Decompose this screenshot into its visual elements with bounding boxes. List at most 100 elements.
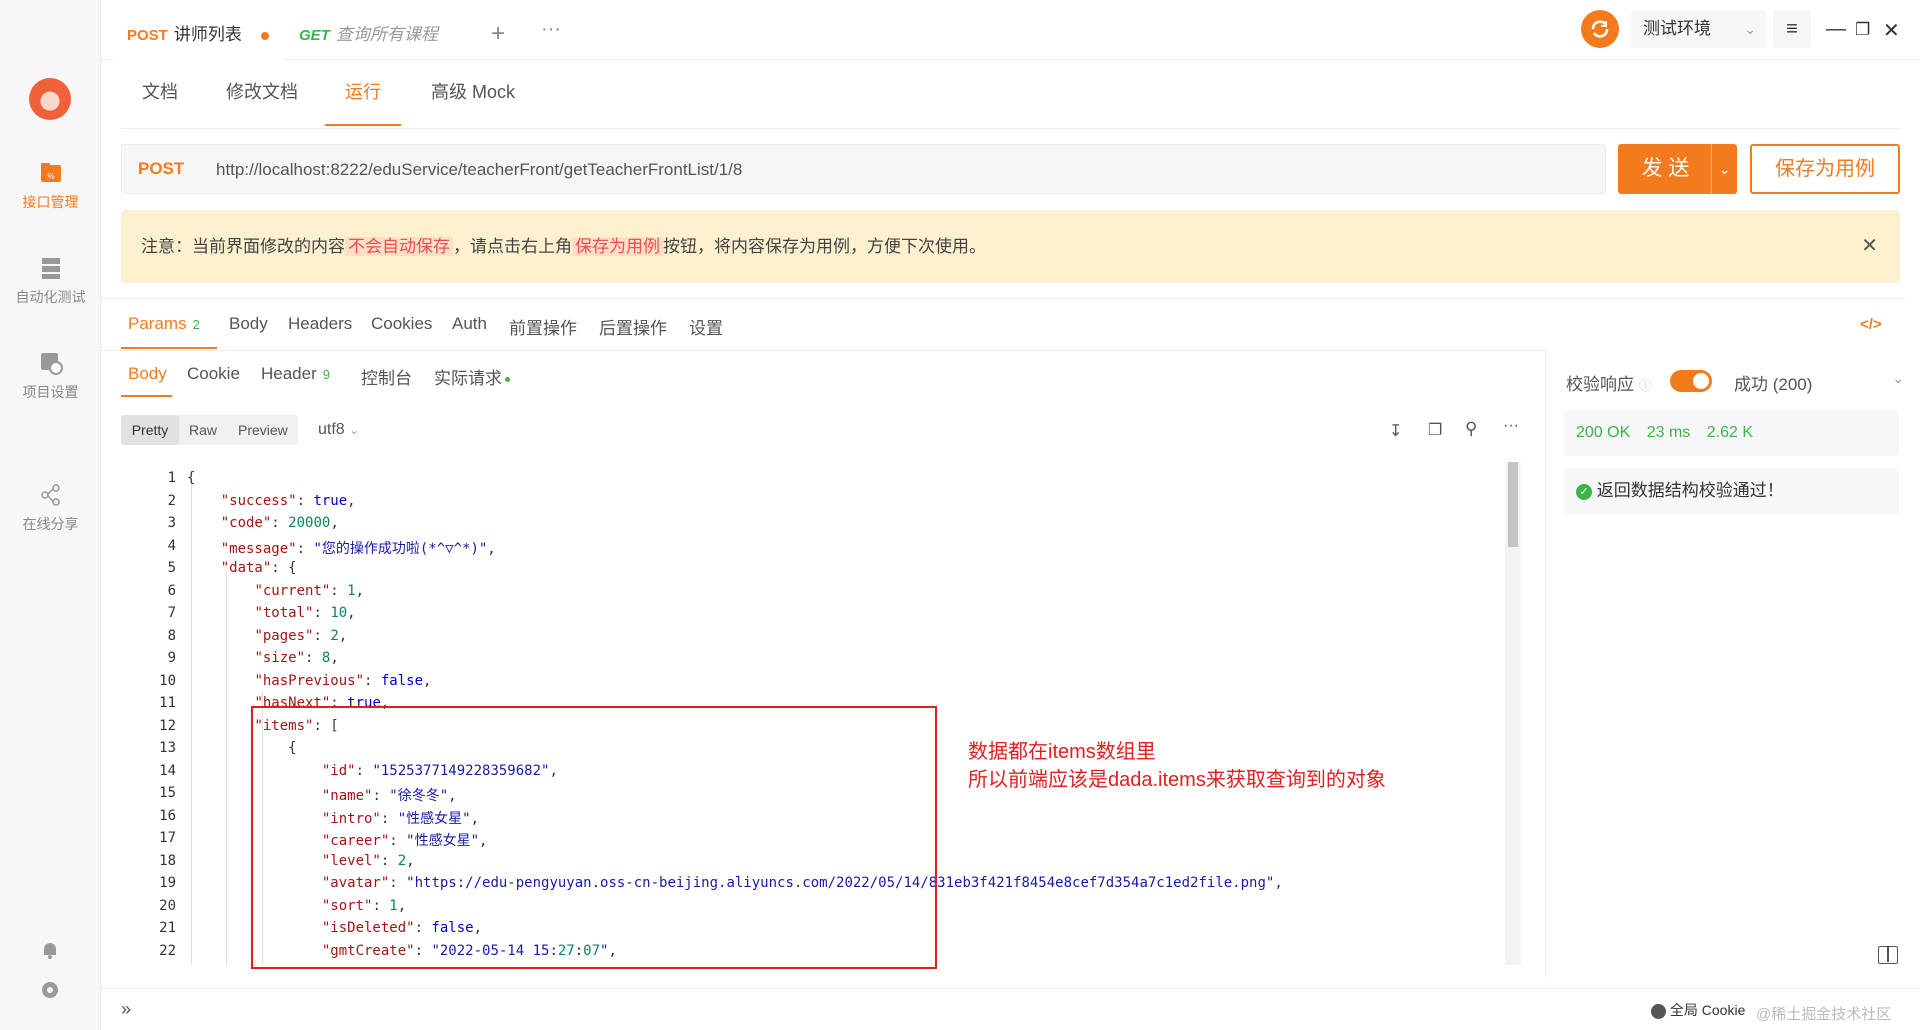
chevron-down-icon: ⌄ bbox=[349, 423, 360, 437]
menu-button[interactable]: ≡ bbox=[1773, 10, 1811, 48]
download-icon[interactable]: ↧ bbox=[1389, 421, 1402, 441]
send-dropdown-icon[interactable]: ⌄ bbox=[1711, 144, 1737, 194]
scrollbar[interactable] bbox=[1505, 462, 1521, 965]
divider bbox=[101, 298, 1906, 299]
status-text: 成功 (200) bbox=[1734, 375, 1813, 394]
url-bar[interactable]: POST http://localhost:8222/eduService/te… bbox=[121, 144, 1606, 194]
tab-method: GET bbox=[299, 27, 330, 44]
env-select[interactable]: 测试环境 ⌄ bbox=[1631, 10, 1766, 48]
subtab-mock[interactable]: 高级 Mock bbox=[431, 78, 515, 104]
resp-tab-body[interactable]: Body bbox=[128, 364, 167, 384]
validation-label: 校验响应 ⓘ bbox=[1566, 370, 1652, 395]
sidebar-item-share[interactable]: 在线分享 bbox=[0, 482, 101, 534]
resp-tab-cookie[interactable]: Cookie bbox=[187, 364, 240, 384]
tab-params-underline bbox=[121, 347, 217, 349]
line-number: 19 bbox=[159, 875, 176, 891]
view-mode-group: Pretty Raw Preview bbox=[121, 415, 298, 445]
status-select[interactable]: 成功 (200) ⌄ bbox=[1734, 370, 1904, 395]
refresh-icon bbox=[1591, 20, 1609, 38]
close-window-icon[interactable]: ✕ bbox=[1883, 18, 1900, 43]
tab-pre-ops[interactable]: 前置操作 bbox=[509, 314, 577, 339]
restore-icon[interactable]: ❐ bbox=[1855, 20, 1870, 40]
tab-params[interactable]: Params 2 bbox=[128, 314, 200, 334]
view-mode-pretty[interactable]: Pretty bbox=[121, 415, 179, 445]
response-stats: 200 OK 23 ms 2.62 K bbox=[1564, 410, 1899, 456]
tab-bar: POST 讲师列表 GET 查询所有课程 + ··· 测试环境 ⌄ ≡ — ❐ ✕ bbox=[101, 0, 1920, 60]
expand-icon[interactable]: » bbox=[121, 999, 131, 1020]
sidebar-item-settings[interactable]: 项目设置 bbox=[0, 350, 101, 402]
share-icon bbox=[40, 484, 60, 506]
resp-tab-actual-request[interactable]: 实际请求 bbox=[434, 364, 510, 389]
tab-post-ops[interactable]: 后置操作 bbox=[599, 314, 667, 339]
line-number: 10 bbox=[159, 672, 176, 689]
subtab-run[interactable]: 运行 bbox=[345, 78, 381, 104]
left-sidebar: % 接口管理 自动化测试 项目设置 在线分享 bbox=[0, 0, 101, 1030]
add-tab-icon[interactable]: + bbox=[491, 20, 505, 48]
encoding-select[interactable]: utf8 ⌄ bbox=[318, 421, 359, 439]
code-view-icon[interactable]: </> bbox=[1860, 316, 1882, 333]
request-method[interactable]: POST bbox=[138, 159, 184, 179]
help-icon[interactable]: ⓘ bbox=[1639, 378, 1652, 393]
sidebar-item-label: 项目设置 bbox=[22, 384, 79, 400]
code-line: "success": true, bbox=[220, 492, 356, 509]
sidebar-item-autotest[interactable]: 自动化测试 bbox=[0, 255, 101, 307]
line-number: 20 bbox=[159, 897, 176, 914]
tab-headers[interactable]: Headers bbox=[288, 314, 352, 334]
copy-icon[interactable]: ❐ bbox=[1428, 420, 1442, 440]
more-tabs-icon[interactable]: ··· bbox=[541, 18, 561, 41]
refresh-button[interactable] bbox=[1581, 10, 1619, 48]
minimize-icon[interactable]: — bbox=[1826, 18, 1846, 41]
response-time: 23 ms bbox=[1646, 424, 1691, 441]
code-line: "message": "您的操作成功啦(*^▽^*)", bbox=[220, 540, 496, 557]
scrollbar-thumb[interactable] bbox=[1508, 462, 1518, 547]
annotation-line: 数据都在items数组里 bbox=[968, 741, 1156, 763]
send-label: 发 送 bbox=[1641, 157, 1690, 180]
line-number: 1 bbox=[167, 470, 176, 486]
line-number: 7 bbox=[167, 605, 176, 621]
gear-icon[interactable] bbox=[40, 980, 60, 1000]
close-notice-icon[interactable]: ✕ bbox=[1861, 210, 1878, 283]
indent-guide bbox=[226, 572, 227, 965]
subtab-docs[interactable]: 文档 bbox=[142, 78, 178, 104]
resp-tab-header[interactable]: Header 9 bbox=[261, 364, 330, 384]
validation-toggle[interactable] bbox=[1670, 370, 1712, 392]
resp-tab-console[interactable]: 控制台 bbox=[361, 364, 412, 389]
send-button[interactable]: 发 送 ⌄ bbox=[1618, 144, 1737, 194]
global-cookie[interactable]: 全局 Cookie bbox=[1651, 1000, 1745, 1020]
tab-cookies[interactable]: Cookies bbox=[371, 314, 432, 334]
save-as-case-button[interactable]: 保存为用例 bbox=[1750, 144, 1900, 194]
notice-text: 按钮，将内容保存为用例，方便下次使用。 bbox=[663, 237, 986, 256]
annotation-text: 数据都在items数组里 所以前端应该是dada.items来获取查询到的对象 bbox=[968, 738, 1386, 794]
env-label: 测试环境 bbox=[1643, 19, 1711, 38]
chevron-down-icon: ⌄ bbox=[1892, 370, 1904, 386]
count-badge: 2 bbox=[192, 317, 200, 332]
status-dot-icon bbox=[505, 377, 510, 383]
search-icon[interactable]: ⚲ bbox=[1465, 419, 1477, 439]
panel-layout-icon[interactable] bbox=[1878, 946, 1898, 964]
svg-text:%: % bbox=[47, 172, 54, 181]
url-input[interactable]: http://localhost:8222/eduService/teacher… bbox=[216, 160, 742, 180]
sidebar-item-api[interactable]: % 接口管理 bbox=[0, 160, 101, 212]
code-line: "hasPrevious": false, bbox=[254, 672, 432, 689]
bell-icon[interactable] bbox=[40, 940, 60, 960]
annotation-box bbox=[251, 706, 937, 969]
line-number: 8 bbox=[167, 627, 176, 644]
cookie-icon bbox=[1651, 1003, 1666, 1019]
tab-get-courses[interactable]: GET 查询所有课程 bbox=[285, 10, 452, 60]
tab-label: Header bbox=[261, 364, 317, 383]
line-number: 14 bbox=[159, 762, 176, 779]
chevron-down-icon: ⌄ bbox=[1744, 21, 1756, 37]
tab-settings[interactable]: 设置 bbox=[689, 314, 723, 339]
subtab-edit-docs[interactable]: 修改文档 bbox=[226, 78, 298, 104]
view-mode-raw[interactable]: Raw bbox=[189, 415, 217, 445]
tab-post-teacher-list[interactable]: POST 讲师列表 bbox=[113, 10, 283, 60]
unsaved-dot-icon bbox=[260, 31, 269, 40]
more-icon[interactable]: ··· bbox=[1503, 417, 1519, 435]
tab-body[interactable]: Body bbox=[229, 314, 268, 334]
code-line: "pages": 2, bbox=[254, 627, 348, 644]
line-number: 3 bbox=[167, 515, 176, 531]
tab-auth[interactable]: Auth bbox=[452, 314, 487, 334]
view-mode-preview[interactable]: Preview bbox=[238, 415, 288, 445]
line-number: 2 bbox=[167, 492, 176, 509]
code-line: "total": 10, bbox=[254, 605, 356, 621]
